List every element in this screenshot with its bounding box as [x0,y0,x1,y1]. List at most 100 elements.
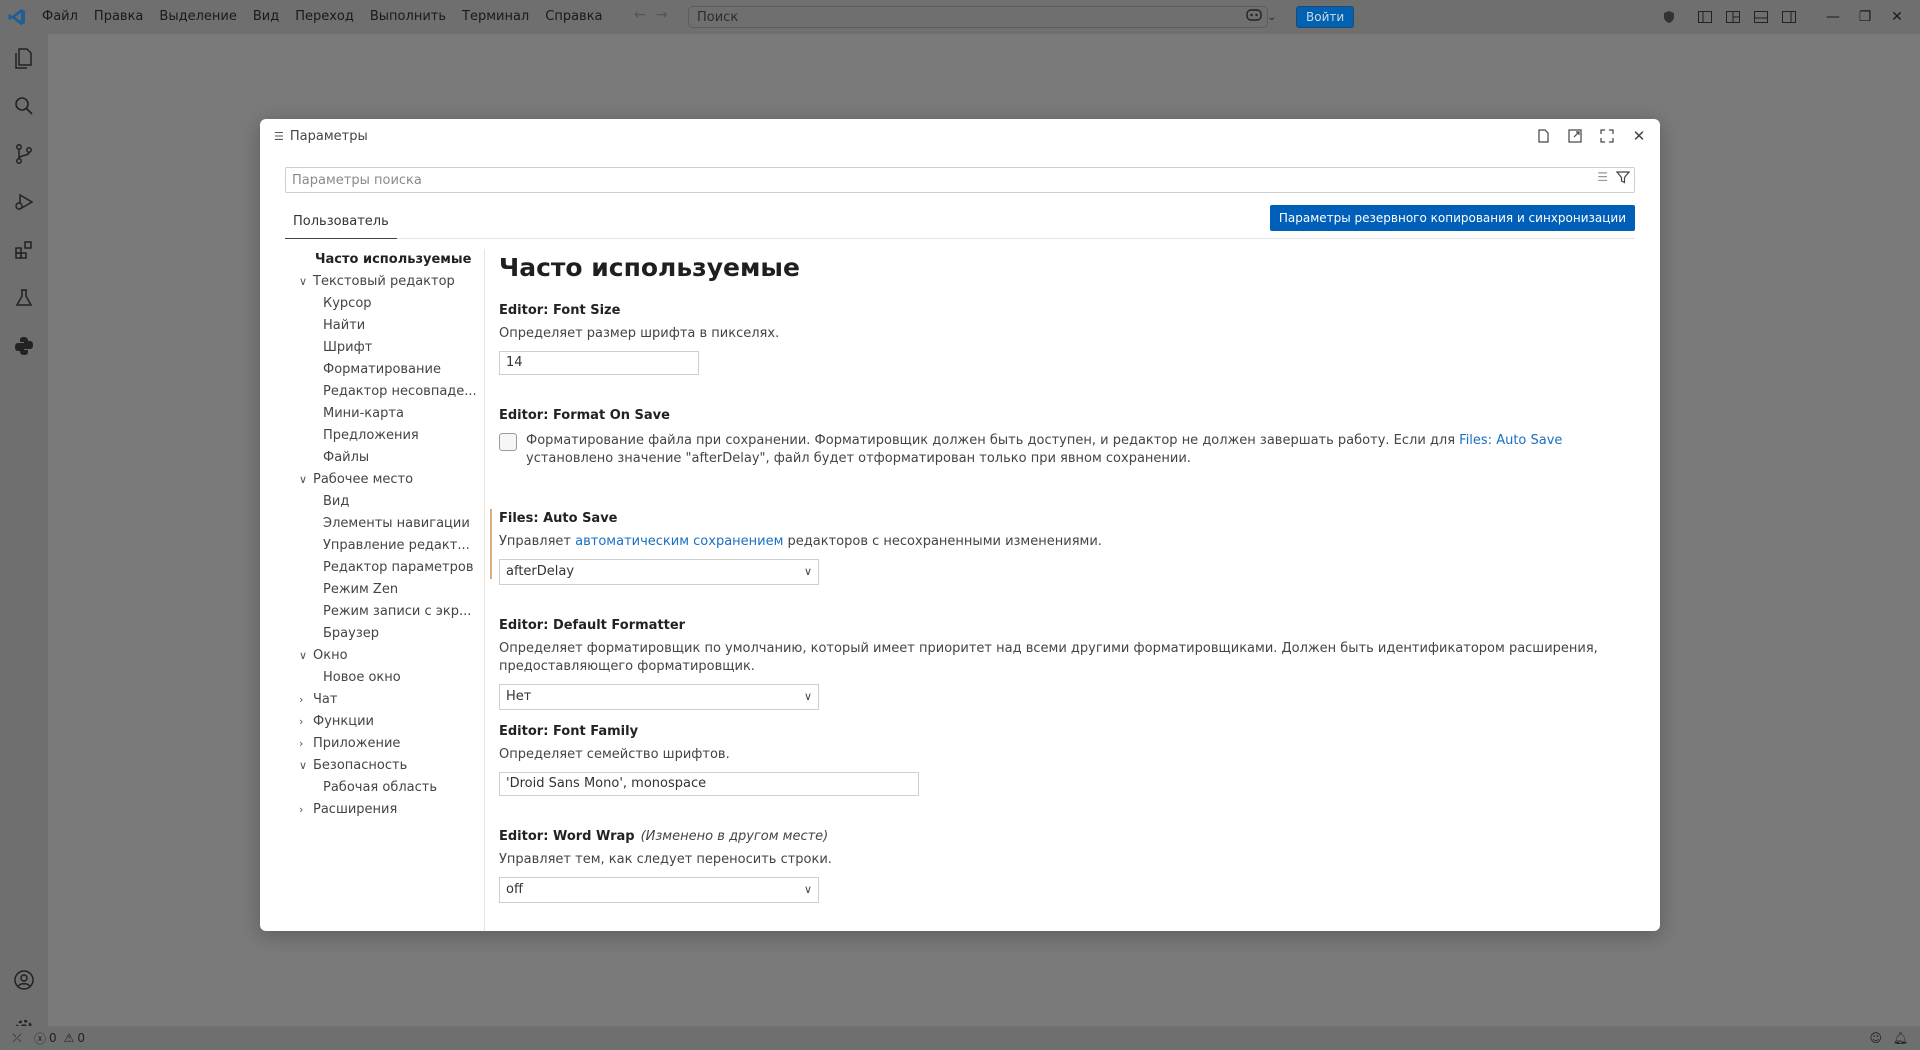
toc-item[interactable]: Шрифт [323,337,372,359]
toc-item[interactable]: Редактор несовпаде... [323,381,483,403]
forward-arrow-icon[interactable]: → [656,7,668,23]
settings-search-input[interactable] [292,172,1562,188]
explorer-icon[interactable] [0,34,48,82]
setting-title: Editor: Word Wrap (Изменено в другом мест… [499,829,829,844]
extensions-icon[interactable] [0,226,48,274]
sign-in-button[interactable]: Войти [1296,6,1355,28]
settings-sliders-icon: ☰ [274,129,284,143]
back-arrow-icon[interactable]: ← [634,7,646,23]
toc-item[interactable]: ∨ Текстовый редактор [299,271,455,293]
menu-terminal[interactable]: Терминал [454,0,537,34]
menu-selection[interactable]: Выделение [151,0,244,34]
default-formatter-select[interactable]: Нет ∨ [499,684,819,710]
toc-item[interactable]: Режим Zen [323,579,398,601]
toc-item[interactable]: › Приложение [299,733,400,755]
chevron-right-icon: › [299,693,304,706]
toc-item[interactable]: Браузер [323,623,379,645]
run-debug-icon[interactable] [0,178,48,226]
format-on-save-checkbox[interactable] [499,433,517,451]
toc-item[interactable]: Форматирование [323,359,441,381]
setting-format-on-save: Editor: Format On Save Форматирование фа… [499,406,1639,468]
python-icon[interactable] [0,322,48,370]
chevron-right-icon: › [299,737,304,750]
auto-save-select[interactable]: afterDelay ∨ [499,559,819,585]
toc-item[interactable]: Файлы [323,447,369,469]
setting-description: Форматирование файла при сохранении. Фор… [526,433,1563,466]
setting-font-family: Editor: Font Family Определяет семейство… [499,722,1639,796]
search-icon[interactable] [0,82,48,130]
accounts-icon[interactable] [0,956,48,1004]
filter-icon[interactable] [1615,170,1631,188]
setting-description: Определяет форматировщик по умолчанию, к… [499,641,1598,674]
source-control-icon[interactable] [0,130,48,178]
remote-icon[interactable]: ⤫ [0,1031,34,1046]
toc-item[interactable]: Мини-карта [323,403,404,425]
setting-title: Editor: Font Family [499,724,639,739]
chevron-down-icon: ∨ [299,275,308,288]
testing-flask-icon[interactable] [0,274,48,322]
toc-item[interactable]: Элементы навигации [323,513,470,535]
maximize-icon[interactable] [1596,125,1618,147]
toc-item[interactable]: ∨ Рабочее место [299,469,413,491]
chevron-down-icon: ∨ [299,649,308,662]
toggle-secondary-sidebar-icon[interactable] [1776,4,1802,30]
toc-item[interactable]: Управление редакт... [323,535,483,557]
restore-icon[interactable]: ❐ [1850,0,1880,34]
toc-item[interactable]: Новое окно [323,667,401,689]
auto-save-docs-link[interactable]: автоматическим сохранением [575,534,783,549]
modified-elsewhere-note[interactable]: (Изменено в другом месте) [641,829,829,844]
word-wrap-select[interactable]: off ∨ [499,877,819,903]
toc-item[interactable]: › Чат [299,689,337,711]
toc-item[interactable]: Вид [323,491,349,513]
toc-item[interactable]: Часто используемые [315,249,472,271]
settings-modal: ☰ Параметры ✕ ☰ Пользователь Параметры р… [260,119,1660,931]
toggle-panel-layout-icon[interactable] [1720,4,1746,30]
copilot-status-icon[interactable]: ☺ [1869,1031,1882,1045]
tab-user[interactable]: Пользователь [285,205,397,239]
menu-run[interactable]: Выполнить [362,0,454,34]
copilot-button[interactable]: ⌄ [1236,6,1286,28]
backup-sync-button[interactable]: Параметры резервного копирования и синхр… [1269,205,1635,231]
problems-status[interactable]: ⓧ 0 ⚠ 0 [34,1030,85,1047]
menu-bar: Файл Правка Выделение Вид Переход Выполн… [34,0,611,34]
toc-item[interactable]: Предложения [323,425,419,447]
menu-go[interactable]: Переход [287,0,362,34]
error-count: 0 [49,1031,57,1045]
toggle-primary-sidebar-icon[interactable] [1692,4,1718,30]
setting-description: Управляет тем, как следует переносить ст… [499,852,832,867]
modified-indicator [490,509,492,579]
toc-item[interactable]: ∨ Безопасность [299,755,407,777]
command-center-search[interactable]: Поиск [688,6,1268,28]
setting-description: Определяет семейство шрифтов. [499,747,730,762]
accounts-shield-icon[interactable] [1656,4,1682,30]
close-icon[interactable]: ✕ [1628,125,1650,147]
menu-view[interactable]: Вид [245,0,287,34]
chevron-down-icon: ∨ [803,565,812,578]
toc-item[interactable]: Режим записи с экр... [323,601,483,623]
font-family-input[interactable]: 'Droid Sans Mono', monospace [499,772,919,796]
chevron-right-icon: › [299,803,304,816]
clear-filter-icon[interactable]: ☰ [1597,170,1608,188]
toc-item[interactable]: › Расширения [299,799,397,821]
toc-item[interactable]: Рабочая область [323,777,437,799]
setting-description: Определяет размер шрифта в пикселях. [499,326,780,341]
menu-help[interactable]: Справка [537,0,610,34]
minimize-icon[interactable]: — [1818,0,1848,34]
title-bar: Файл Правка Выделение Вид Переход Выполн… [0,0,1920,34]
toc-item[interactable]: › Функции [299,711,374,733]
menu-edit[interactable]: Правка [86,0,151,34]
open-in-editor-icon[interactable] [1564,125,1586,147]
menu-file[interactable]: Файл [34,0,86,34]
font-size-input[interactable]: 14 [499,351,699,375]
settings-search[interactable]: ☰ [285,167,1635,193]
toc-item[interactable]: Найти [323,315,365,337]
title-bar-controls: — ❐ ✕ [1656,0,1912,34]
auto-save-link[interactable]: Files: Auto Save [1459,433,1562,448]
close-window-icon[interactable]: ✕ [1882,0,1912,34]
toc-item[interactable]: Курсор [323,293,372,315]
toc-item[interactable]: Редактор параметров [323,557,473,579]
toggle-panel-icon[interactable] [1748,4,1774,30]
open-json-icon[interactable] [1532,125,1554,147]
notifications-bell-icon[interactable]: 🔔︎ [1893,1031,1908,1045]
toc-item[interactable]: ∨ Окно [299,645,348,667]
